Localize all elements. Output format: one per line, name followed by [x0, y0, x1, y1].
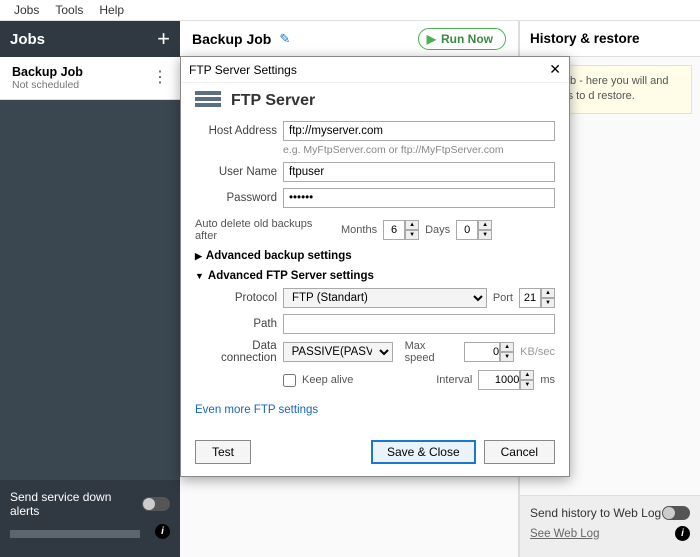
- history-title: History & restore: [520, 21, 700, 57]
- page-title: Backup Job: [192, 31, 271, 47]
- chevron-right-icon: ▶: [195, 251, 202, 262]
- close-icon[interactable]: ✕: [549, 61, 561, 78]
- host-input[interactable]: [283, 121, 555, 141]
- chevron-down-icon[interactable]: ▼: [541, 298, 555, 308]
- test-button[interactable]: Test: [195, 440, 251, 464]
- maxspeed-unit: KB/sec: [520, 346, 555, 358]
- save-close-button[interactable]: Save & Close: [371, 440, 476, 464]
- info-icon[interactable]: i: [155, 524, 170, 539]
- maxspeed-stepper[interactable]: ▲▼: [464, 342, 514, 362]
- host-hint: e.g. MyFtpServer.com or ftp://MyFtpServe…: [283, 144, 555, 156]
- keepalive-checkbox[interactable]: [283, 374, 296, 387]
- edit-icon[interactable]: ✎: [279, 31, 290, 47]
- menu-help[interactable]: Help: [91, 1, 132, 19]
- chevron-down-icon[interactable]: ▼: [405, 230, 419, 240]
- days-label: Days: [425, 224, 450, 236]
- chevron-up-icon[interactable]: ▲: [500, 342, 514, 352]
- user-input[interactable]: [283, 162, 555, 182]
- alerts-toggle[interactable]: [142, 497, 170, 511]
- chevron-down-icon[interactable]: ▼: [478, 230, 492, 240]
- dialog-titlebar: FTP Server Settings ✕: [181, 57, 569, 83]
- play-icon: ▶: [427, 32, 436, 46]
- interval-unit: ms: [540, 374, 555, 386]
- dataconn-select[interactable]: PASSIVE(PASV): [283, 342, 393, 362]
- sidebar-title: Jobs: [10, 31, 45, 48]
- dialog-title: FTP Server Settings: [189, 63, 297, 77]
- keepalive-label: Keep alive: [302, 374, 353, 386]
- run-now-button[interactable]: ▶ Run Now: [418, 28, 506, 50]
- advanced-ftp-expander[interactable]: ▼ Advanced FTP Server settings: [195, 270, 555, 282]
- days-stepper[interactable]: ▲▼: [456, 220, 492, 240]
- see-weblog-link[interactable]: See Web Log: [530, 528, 599, 540]
- dialog-footer: Test Save & Close Cancel: [181, 432, 569, 476]
- maxspeed-label: Max speed: [405, 340, 459, 364]
- path-input[interactable]: [283, 314, 555, 334]
- job-menu-icon[interactable]: ⋮: [152, 73, 168, 83]
- chevron-up-icon[interactable]: ▲: [478, 220, 492, 230]
- dialog-heading: FTP Server: [231, 92, 315, 110]
- host-label: Host Address: [195, 125, 277, 137]
- ftp-server-icon: [195, 91, 221, 111]
- weblog-label: Send history to Web Log: [530, 506, 661, 520]
- menu-bar: Jobs Tools Help: [0, 0, 700, 21]
- chevron-down-icon[interactable]: ▼: [500, 352, 514, 362]
- alerts-label: Send service down alerts: [10, 490, 142, 518]
- menu-jobs[interactable]: Jobs: [6, 1, 47, 19]
- history-footer: Send history to Web Log See Web Log i: [520, 495, 700, 557]
- sidebar-footer: Send service down alerts i: [0, 480, 180, 557]
- chevron-down-icon: ▼: [195, 271, 204, 281]
- quota-bar: [10, 530, 140, 538]
- protocol-label: Protocol: [195, 292, 277, 304]
- info-icon[interactable]: i: [675, 526, 690, 541]
- ftp-settings-dialog: FTP Server Settings ✕ FTP Server Host Ad…: [180, 56, 570, 477]
- advanced-backup-expander[interactable]: ▶ Advanced backup settings: [195, 250, 555, 262]
- chevron-down-icon[interactable]: ▼: [520, 380, 534, 390]
- dialog-heading-row: FTP Server: [195, 91, 555, 111]
- user-label: User Name: [195, 166, 277, 178]
- jobs-sidebar: Jobs + Backup Job Not scheduled ⋮ Send s…: [0, 21, 180, 557]
- dataconn-label: Data connection: [195, 340, 277, 364]
- center-header: Backup Job ✎ ▶ Run Now: [180, 21, 518, 57]
- protocol-select[interactable]: FTP (Standart): [283, 288, 487, 308]
- chevron-up-icon[interactable]: ▲: [541, 288, 555, 298]
- auto-delete-label: Auto delete old backups after: [195, 218, 335, 242]
- interval-label: Interval: [436, 374, 472, 386]
- job-name: Backup Job: [12, 65, 83, 79]
- port-stepper[interactable]: ▲▼: [519, 288, 555, 308]
- job-status: Not scheduled: [12, 79, 83, 91]
- months-label: Months: [341, 224, 377, 236]
- cancel-button[interactable]: Cancel: [484, 440, 555, 464]
- chevron-up-icon[interactable]: ▲: [405, 220, 419, 230]
- job-list-item[interactable]: Backup Job Not scheduled ⋮: [0, 57, 180, 100]
- interval-stepper[interactable]: ▲▼: [478, 370, 534, 390]
- sidebar-header: Jobs +: [0, 21, 180, 57]
- password-input[interactable]: [283, 188, 555, 208]
- add-job-button[interactable]: +: [157, 26, 170, 52]
- password-label: Password: [195, 192, 277, 204]
- path-label: Path: [195, 318, 277, 330]
- weblog-toggle[interactable]: [662, 506, 690, 520]
- more-ftp-link[interactable]: Even more FTP settings: [195, 404, 318, 416]
- months-stepper[interactable]: ▲▼: [383, 220, 419, 240]
- chevron-up-icon[interactable]: ▲: [520, 370, 534, 380]
- port-label: Port: [493, 292, 513, 304]
- menu-tools[interactable]: Tools: [47, 1, 91, 19]
